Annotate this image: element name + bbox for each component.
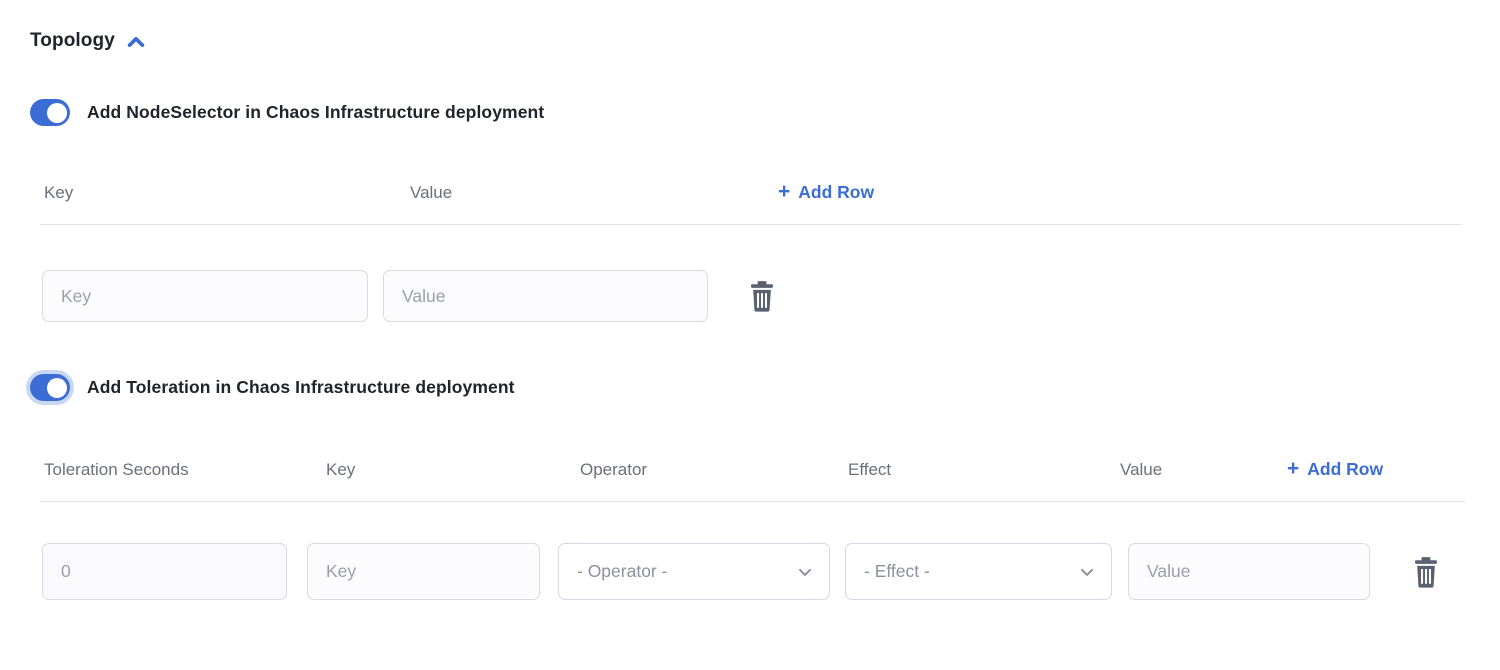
effect-select[interactable]: - Effect -: [845, 543, 1112, 600]
chevron-up-icon: [125, 31, 147, 53]
trash-icon: [748, 280, 776, 312]
section-title: Topology: [30, 30, 115, 52]
operator-selected-value: - Operator -: [577, 561, 667, 582]
nodeselector-table-header: Key Value + Add Row: [44, 182, 874, 203]
nodeselector-key-input[interactable]: [42, 270, 368, 322]
toleration-seconds-input[interactable]: [42, 543, 287, 600]
add-row-label: Add Row: [1307, 459, 1383, 480]
column-header-effect: Effect: [848, 460, 1120, 480]
add-row-label: Add Row: [798, 182, 874, 203]
toleration-toggle[interactable]: [30, 374, 70, 401]
toleration-row: - Operator - - Effect -: [42, 543, 1442, 600]
toleration-key-input[interactable]: [307, 543, 540, 600]
toleration-value-input[interactable]: [1128, 543, 1370, 600]
effect-selected-value: - Effect -: [864, 561, 930, 582]
toleration-add-row-button[interactable]: + Add Row: [1287, 459, 1383, 480]
nodeselector-header-divider: [40, 224, 1462, 225]
column-header-toleration-seconds: Toleration Seconds: [44, 460, 326, 480]
nodeselector-toggle-row: Add NodeSelector in Chaos Infrastructure…: [30, 99, 544, 126]
column-header-operator: Operator: [580, 460, 848, 480]
section-header: Topology: [30, 28, 147, 53]
chevron-down-icon: [1077, 562, 1097, 582]
plus-icon: +: [778, 181, 790, 202]
toggle-knob: [47, 378, 67, 398]
toleration-header-divider: [40, 501, 1465, 502]
operator-select[interactable]: - Operator -: [558, 543, 830, 600]
nodeselector-add-row-button[interactable]: + Add Row: [778, 182, 874, 203]
toggle-knob: [47, 103, 67, 123]
nodeselector-value-input[interactable]: [383, 270, 708, 322]
column-header-value: Value: [410, 183, 778, 203]
chevron-down-icon: [795, 562, 815, 582]
column-header-value: Value: [1120, 460, 1287, 480]
nodeselector-toggle[interactable]: [30, 99, 70, 126]
plus-icon: +: [1287, 458, 1299, 479]
collapse-section-control[interactable]: [125, 28, 147, 53]
column-header-key: Key: [326, 460, 580, 480]
nodeselector-delete-row-button[interactable]: [746, 278, 778, 314]
column-header-key: Key: [44, 183, 410, 203]
nodeselector-row: [42, 270, 778, 322]
toleration-toggle-label: Add Toleration in Chaos Infrastructure d…: [87, 377, 515, 398]
topology-settings-panel: Topology Add NodeSelector in Chaos Infra…: [0, 0, 1500, 670]
nodeselector-toggle-label: Add NodeSelector in Chaos Infrastructure…: [87, 102, 544, 123]
toleration-table-header: Toleration Seconds Key Operator Effect V…: [44, 459, 1383, 480]
toleration-delete-row-button[interactable]: [1410, 554, 1442, 590]
toleration-toggle-row: Add Toleration in Chaos Infrastructure d…: [30, 374, 515, 401]
trash-icon: [1412, 556, 1440, 588]
